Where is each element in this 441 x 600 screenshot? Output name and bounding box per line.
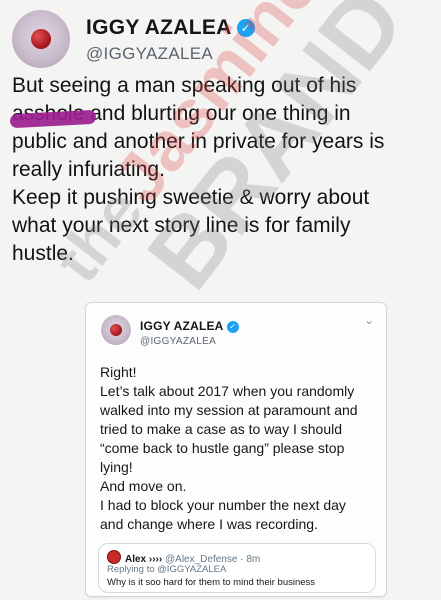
tweet-line: Keep it pushing sweetie & worry about: [12, 186, 370, 209]
quoted-line: tried to make a case as to way I should: [100, 421, 343, 437]
quoted-line: lying!: [100, 459, 133, 475]
verified-badge-icon: ✓: [236, 19, 255, 37]
verified-badge-icon: ✓: [226, 321, 239, 333]
profile-avatar[interactable]: [12, 10, 70, 68]
tweet-author: IGGY AZALEA ✓ @IGGYAZALEA: [86, 16, 255, 64]
quoted-line: walked into my session at paramount and: [100, 402, 358, 418]
quoted-author: IGGY AZALEA ✓ @IGGYAZALEA: [140, 317, 239, 347]
tweet-body: But seeing a man speaking out of his ass…: [9, 72, 436, 268]
tweet-line: public and another in private for years …: [12, 130, 385, 153]
tweet-line: But seeing a man speaking out of his: [12, 74, 357, 97]
quoted-line: Let’s talk about 2017 when you randomly: [100, 383, 355, 399]
author-handle[interactable]: @IGGYAZALEA: [86, 44, 255, 64]
reply-timestamp: · 8m: [240, 554, 261, 565]
quoted-line: I had to block your number the next day: [100, 497, 346, 513]
chevron-down-icon[interactable]: ⌄: [364, 313, 374, 327]
quoted-line: “come back to hustle gang” please stop: [100, 440, 345, 456]
quoted-line: And move on.: [100, 478, 187, 494]
quoted-tweet-card[interactable]: IGGY AZALEA ✓ @IGGYAZALEA ⌄ Right! Let’s …: [85, 302, 387, 597]
author-display-name[interactable]: IGGY AZALEA: [86, 16, 232, 39]
apple-image: [110, 324, 122, 336]
quoted-avatar[interactable]: [101, 315, 131, 345]
embedded-reply[interactable]: Alex ›››› @Alex_Defense · 8m Replying to…: [98, 543, 376, 593]
quoted-line: and change where I was recording.: [100, 516, 318, 532]
quoted-display-name[interactable]: IGGY AZALEA: [140, 319, 224, 333]
quoted-tweet-body: Right! Let’s talk about 2017 when you ra…: [100, 363, 378, 534]
quoted-line: Right!: [100, 364, 137, 380]
tweet-line: really infuriating.: [12, 158, 165, 181]
tweet-header: IGGY AZALEA ✓ @IGGYAZALEA: [12, 10, 432, 72]
reply-header: Alex ›››› @Alex_Defense · 8m: [107, 550, 260, 565]
tweet-line: what your next story line is for family: [12, 214, 351, 237]
apple-image: [31, 29, 51, 49]
reply-text: Why is it soo hard for them to mind thei…: [107, 577, 316, 588]
tweet-line: hustle.: [12, 242, 74, 265]
reply-avatar-icon: [107, 550, 121, 564]
replying-to[interactable]: Replying to @IGGYAZALEA: [107, 564, 226, 575]
quoted-handle[interactable]: @IGGYAZALEA: [140, 336, 239, 347]
